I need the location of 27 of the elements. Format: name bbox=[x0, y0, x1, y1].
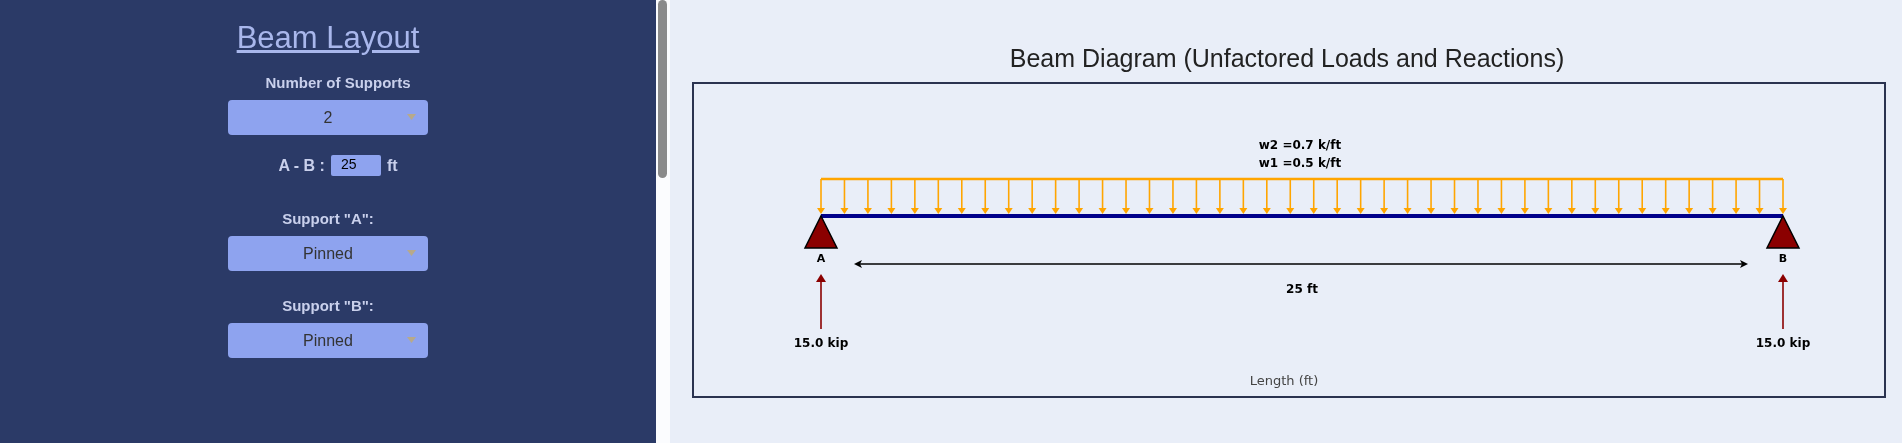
reaction-label: 15.0 kip bbox=[793, 336, 849, 350]
caret-icon bbox=[407, 250, 416, 256]
load-label: w1 =0.5 k/ft bbox=[1258, 156, 1342, 170]
scrollbar-thumb[interactable] bbox=[658, 0, 667, 178]
field-label: Number of Supports bbox=[265, 74, 411, 91]
dropdown[interactable]: Pinned bbox=[228, 323, 428, 358]
span-label: A - B : bbox=[278, 156, 325, 175]
reaction-label: 15.0 kip bbox=[1755, 336, 1811, 350]
reaction-arrow bbox=[1778, 274, 1788, 330]
panel-title: Beam Layout bbox=[236, 20, 420, 56]
field-label: Support "B": bbox=[282, 297, 374, 314]
support-label: A bbox=[816, 252, 826, 265]
pin-support-icon bbox=[1765, 214, 1801, 249]
length-input[interactable]: 25 bbox=[330, 155, 381, 176]
caret-icon bbox=[407, 337, 416, 343]
dropdown[interactable]: 2 bbox=[228, 100, 428, 135]
dropdown[interactable]: Pinned bbox=[228, 236, 428, 271]
support-label: B bbox=[1778, 252, 1788, 265]
load-label: w2 =0.7 k/ft bbox=[1258, 138, 1342, 152]
reaction-arrow bbox=[816, 274, 826, 330]
unit-label: ft bbox=[386, 156, 398, 175]
caret-icon bbox=[407, 114, 416, 120]
span-length-label: 25 ft bbox=[1286, 282, 1318, 296]
chart-title: Beam Diagram (Unfactored Loads and Reactions) bbox=[1008, 44, 1566, 73]
pin-support-icon bbox=[803, 214, 839, 249]
field-label: Support "A": bbox=[282, 210, 374, 227]
axis-label: Length (ft) bbox=[1249, 373, 1319, 388]
